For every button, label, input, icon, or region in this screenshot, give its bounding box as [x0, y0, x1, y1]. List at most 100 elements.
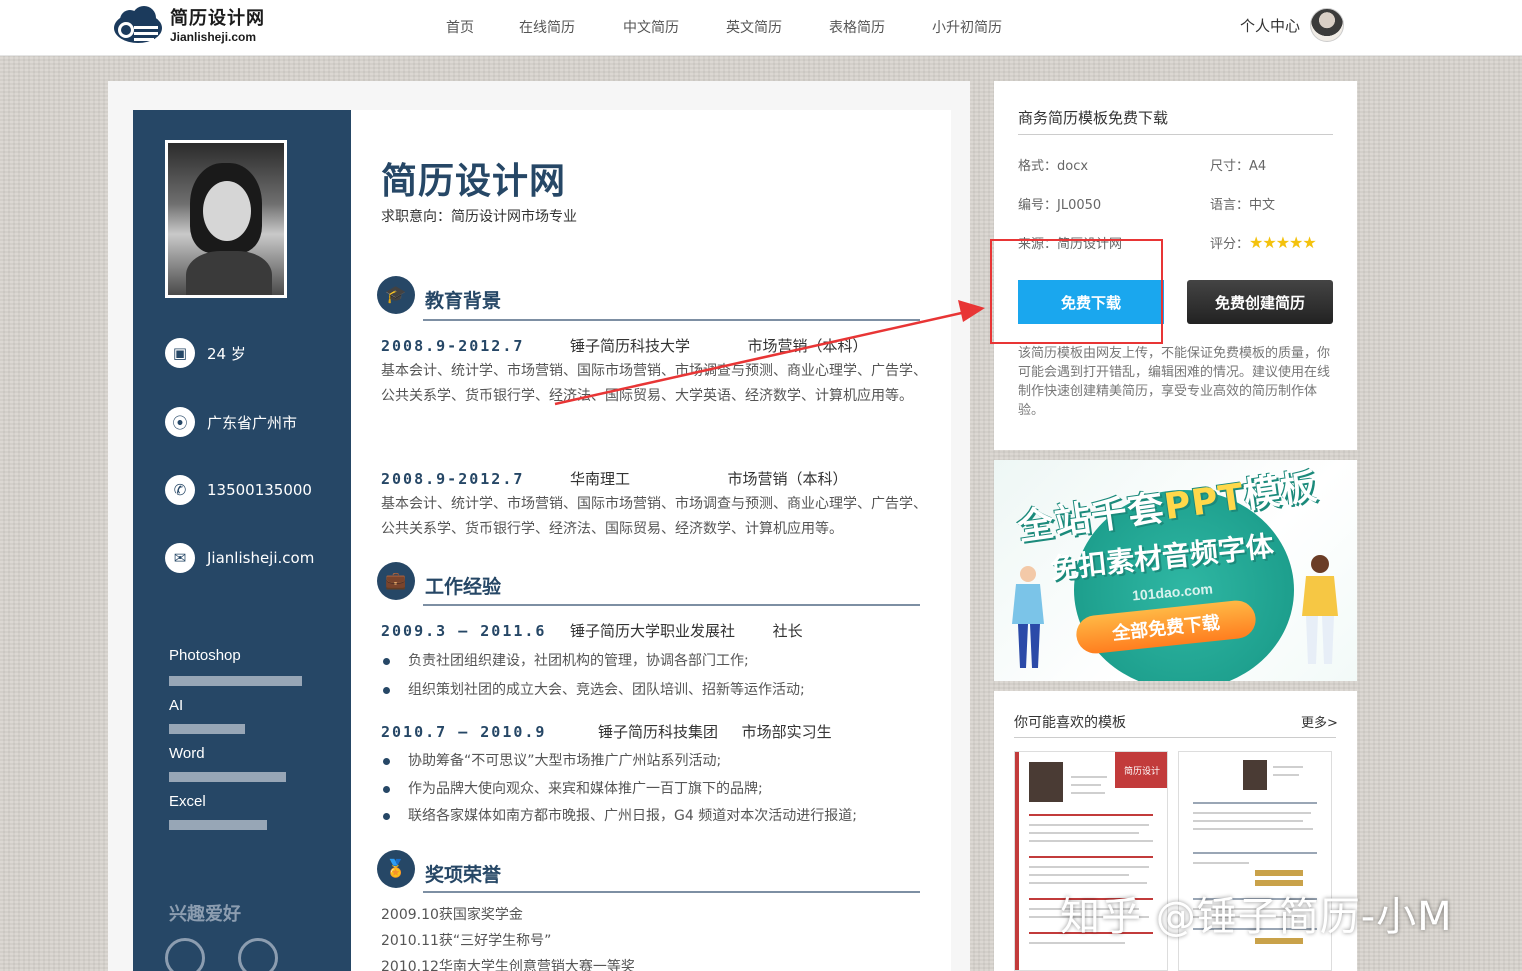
ppt-ad-banner[interactable]: 全站千套PPT模板 免扣素材音频字体 101dao.com 全部免费下载	[994, 460, 1357, 681]
job-intent: 求职意向：简历设计网市场专业	[381, 209, 577, 225]
age-text: 24 岁	[207, 344, 246, 363]
basketball-icon	[238, 938, 278, 971]
work-org: 锤子简历科技集团	[598, 723, 719, 741]
divider	[423, 604, 920, 606]
edu-desc: 基本会计、统计学、市场营销、国际市场营销、市场调查与预测、商业心理学、广告学、公…	[381, 496, 927, 537]
section-title: 奖项荣誉	[425, 864, 502, 886]
honor-item: 2010.11获“三好学生称号”	[381, 933, 552, 949]
work-date: 2010.7 — 2010.9	[381, 723, 547, 741]
user-center[interactable]: 个人中心	[1240, 8, 1345, 42]
create-resume-button[interactable]: 免费创建简历	[1187, 280, 1333, 324]
work-entry-header: 2010.7 — 2010.9 锤子简历科技集团 市场部实习生	[381, 721, 832, 742]
zhihu-watermark: 知乎 @锤子简历-小M	[1060, 894, 1453, 940]
skill-bar	[169, 676, 302, 686]
divider	[1014, 737, 1336, 738]
resume-preview: ▣ 24 岁 ⦿ 广东省广州市 ✆ 13500135000 ✉ Jianlish…	[133, 110, 951, 971]
work-date: 2009.3 — 2011.6	[381, 622, 547, 640]
recs-title: 你可能喜欢的模板	[1014, 715, 1126, 731]
annotation-highlight-box	[990, 239, 1163, 344]
phone-icon: ✆	[165, 475, 195, 505]
calendar-icon: ▣	[165, 338, 195, 368]
edu-desc: 基本会计、统计学、市场营销、国际市场营销、市场调查与预测、商业心理学、广告学、公…	[381, 363, 927, 404]
cloud-logo-icon	[112, 6, 164, 46]
section-title: 工作经验	[425, 576, 502, 598]
contact-web: ✉ Jianlisheji.com	[165, 543, 314, 573]
work-org: 锤子简历大学职业发展社	[570, 622, 736, 640]
rating-label: 评分：	[1210, 237, 1250, 252]
edu-major: 市场营销（本科）	[727, 470, 848, 488]
logo-text-cn: 简历设计网	[170, 7, 265, 29]
meta-size: 尺寸：A4	[1210, 159, 1267, 174]
medal-icon: 🏅	[377, 850, 415, 888]
resume-sidebar: ▣ 24 岁 ⦿ 广东省广州市 ✆ 13500135000 ✉ Jianlish…	[133, 110, 351, 971]
work-entry-header: 2009.3 — 2011.6 锤子简历大学职业发展社 社长	[381, 620, 803, 641]
hobby-title: 兴趣爱好	[169, 904, 241, 925]
section-honors: 🏅 奖项荣誉	[377, 850, 921, 888]
edu-entry-header: 2008.9-2012.7 华南理工 市场营销（本科）	[381, 468, 848, 489]
meta-code: 编号：JL0050	[1018, 198, 1102, 213]
skill-bar	[169, 820, 267, 830]
skill-bar	[169, 724, 245, 734]
section-work: 💼 工作经验	[377, 562, 921, 600]
more-link[interactable]: 更多>	[1301, 712, 1338, 731]
section-title: 教育背景	[425, 290, 502, 312]
mail-icon: ✉	[165, 543, 195, 573]
work-bullet: 协助筹备“不可思议”大型市场推广广州站系列活动;	[383, 750, 721, 770]
location-text: 广东省广州市	[207, 413, 298, 432]
work-bullet: 作为品牌大使向观众、来宾和媒体推广一百丁旗下的品牌;	[383, 778, 763, 798]
edu-major: 市场营销（本科）	[747, 337, 868, 355]
resume-photo	[165, 140, 287, 298]
rating-stars-icon: ★★★★★	[1249, 233, 1317, 252]
web-text: Jianlisheji.com	[207, 549, 315, 567]
meta-format: 格式：docx	[1018, 159, 1089, 174]
work-role: 市场部实习生	[741, 723, 832, 741]
edu-date: 2008.9-2012.7	[381, 337, 525, 355]
resume-name: 简历设计网	[381, 160, 567, 202]
site-logo[interactable]: 简历设计网 Jianlisheji.com	[112, 6, 265, 46]
top-navbar: 简历设计网 Jianlisheji.com 首页 在线简历 中文简历 英文简历 …	[0, 0, 1522, 56]
disclaimer-note: 该简历模板由网友上传，不能保证免费模板的质量，你可能会遇到打开错乱，编辑困难的情…	[1018, 346, 1331, 418]
briefcase-icon: 💼	[377, 562, 415, 600]
avatar[interactable]	[1310, 8, 1345, 42]
work-role: 社长	[772, 622, 803, 640]
skill-label: Excel	[169, 793, 206, 810]
divider	[423, 891, 920, 893]
nav-home[interactable]: 首页	[446, 17, 474, 37]
skill-label: AI	[169, 697, 184, 714]
edu-school: 锤子简历科技大学	[569, 337, 690, 355]
work-bullet: 联络各家媒体如南方都市晚报、广州日报，G4 频道对本次活动进行报道;	[383, 805, 857, 825]
resume-preview-frame: ▣ 24 岁 ⦿ 广东省广州市 ✆ 13500135000 ✉ Jianlish…	[108, 81, 970, 971]
phone-text: 13500135000	[207, 481, 312, 499]
ad-person-illustration	[1012, 566, 1044, 668]
honor-item: 2009.10获国家奖学金	[381, 907, 523, 923]
thumb-header: 简历设计	[1115, 752, 1167, 788]
user-center-label: 个人中心	[1240, 16, 1301, 35]
nav-primary-resume[interactable]: 小升初简历	[932, 17, 1002, 37]
edu-entry-header: 2008.9-2012.7 锤子简历科技大学 市场营销（本科）	[381, 335, 868, 356]
meta-rating: 评分：★★★★★	[1210, 233, 1317, 252]
contact-location: ⦿ 广东省广州市	[165, 407, 297, 437]
nav-english-resume[interactable]: 英文简历	[726, 17, 782, 37]
graduation-cap-icon: 🎓	[377, 276, 415, 314]
meta-language: 语言：中文	[1210, 198, 1276, 213]
skill-bar	[169, 772, 286, 782]
work-bullet: 负责社团组织建设，社团机构的管理，协调各部门工作;	[383, 650, 749, 670]
nav-online-resume[interactable]: 在线简历	[519, 17, 575, 37]
nav-table-resume[interactable]: 表格简历	[829, 17, 885, 37]
nav-chinese-resume[interactable]: 中文简历	[623, 17, 679, 37]
edu-date: 2008.9-2012.7	[381, 470, 525, 488]
location-pin-icon: ⦿	[165, 407, 195, 437]
music-disc-icon	[165, 938, 205, 971]
edu-school: 华南理工	[569, 470, 630, 488]
section-education: 🎓 教育背景	[377, 276, 921, 314]
logo-text-en: Jianlisheji.com	[170, 29, 257, 44]
skill-label: Photoshop	[169, 647, 241, 664]
work-bullet: 组织策划社团的成立大会、竞选会、团队培训、招新等运作活动;	[383, 679, 805, 699]
divider	[423, 319, 920, 321]
contact-phone: ✆ 13500135000	[165, 475, 312, 505]
panel-title: 商务简历模板免费下载	[1018, 107, 1333, 135]
skill-label: Word	[169, 745, 205, 762]
contact-age: ▣ 24 岁	[165, 338, 246, 368]
honor-item: 2010.12华南大学生创意营销大赛一等奖	[381, 959, 635, 971]
ad-person-illustration	[1302, 555, 1338, 664]
